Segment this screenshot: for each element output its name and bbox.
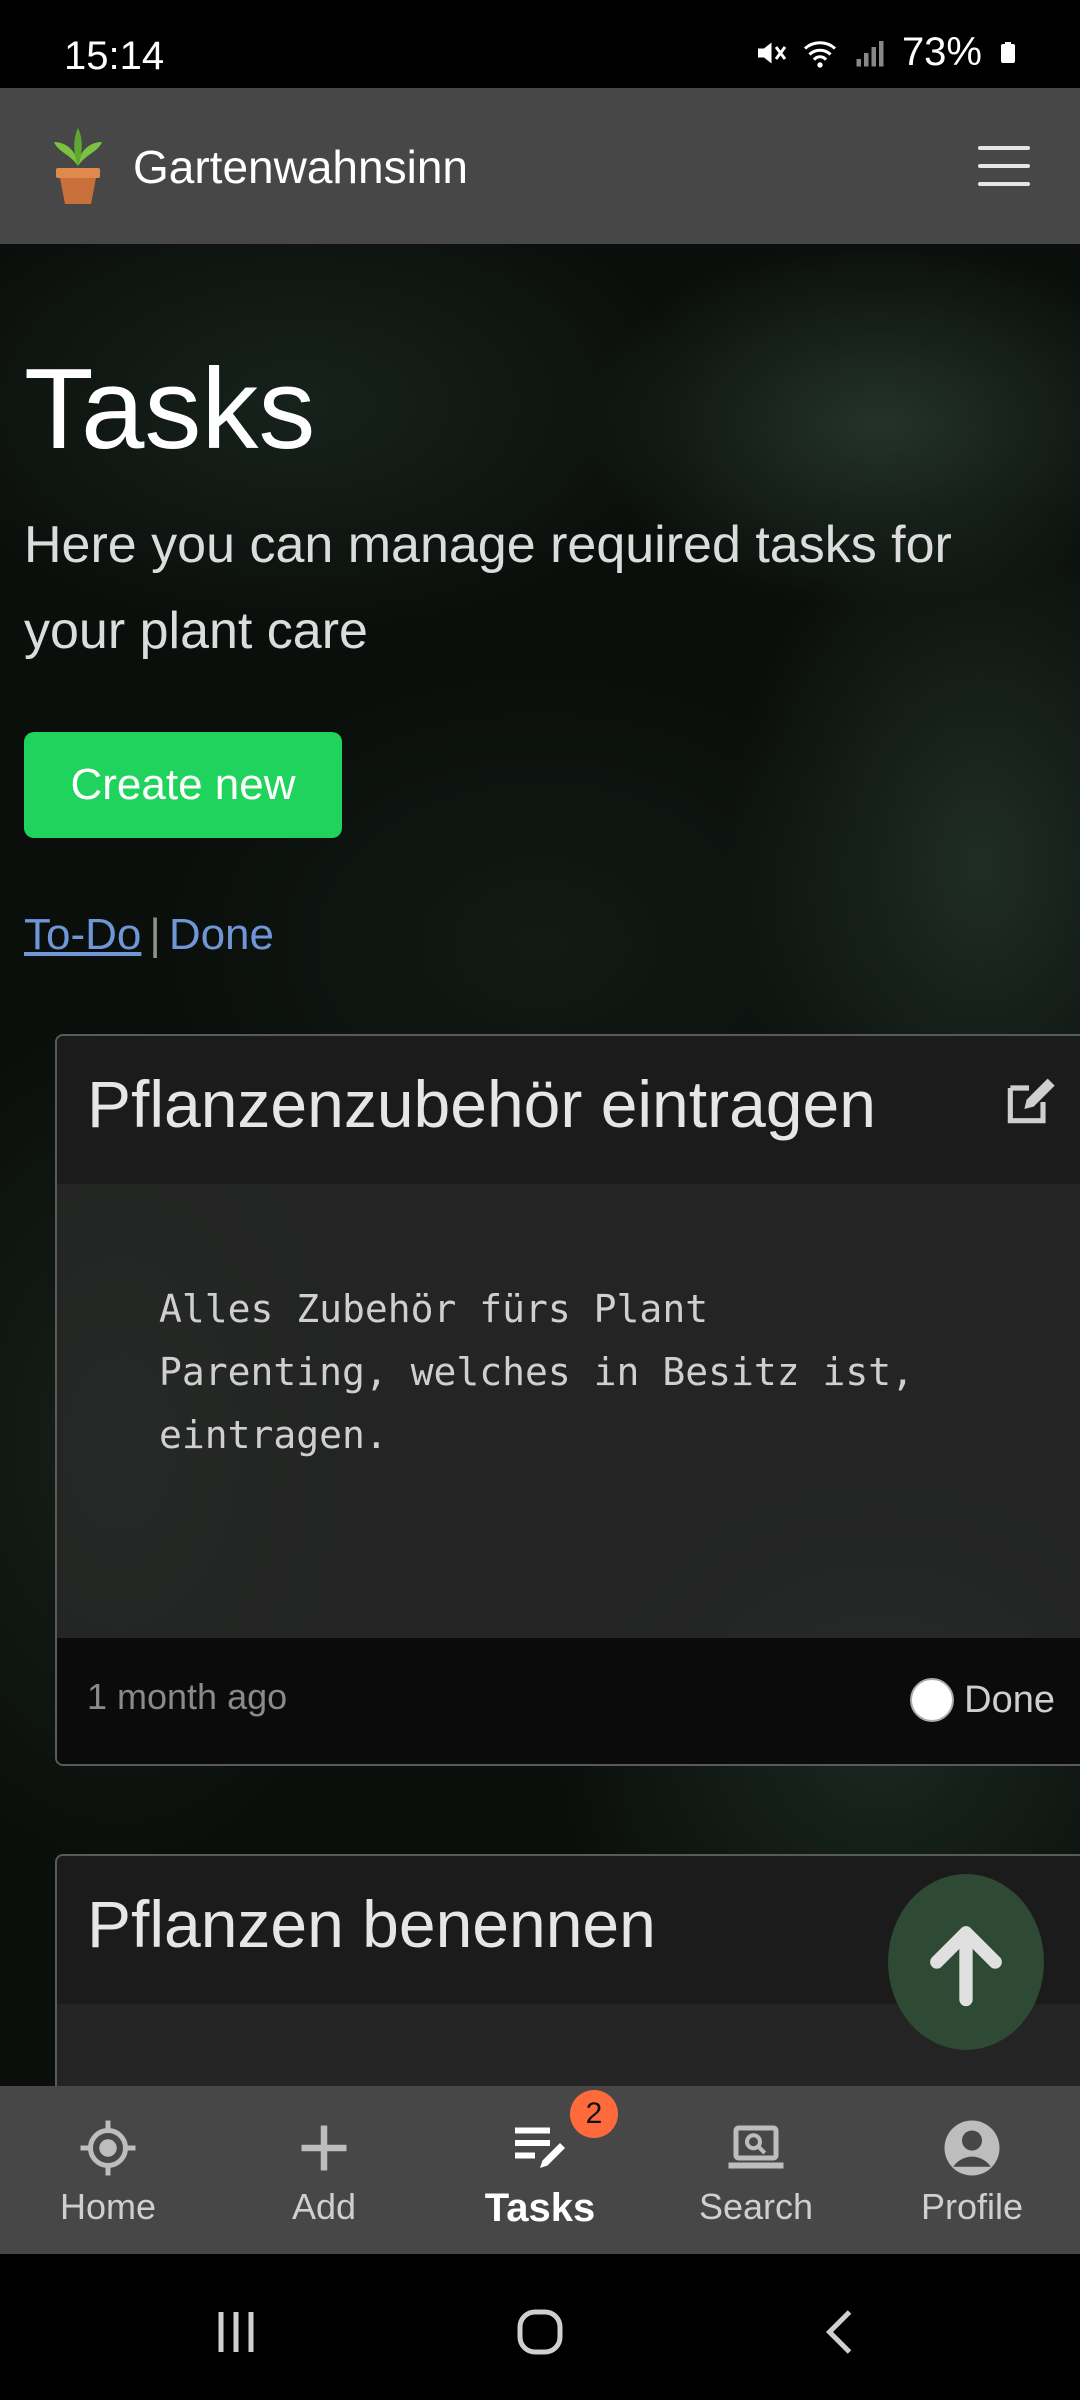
filter-todo-link[interactable]: To-Do [24, 910, 141, 959]
task-card-body: Alles Zubehör fürs Plant Parenting, welc… [57, 1184, 1080, 1638]
status-time: 15:14 [64, 34, 165, 78]
task-filter: To-Do | Done [24, 910, 274, 960]
crosshair-icon [80, 2120, 136, 2176]
home-icon[interactable] [510, 2302, 570, 2362]
hamburger-menu-button[interactable] [978, 146, 1030, 186]
user-circle-icon [944, 2120, 1000, 2176]
task-title: Pflanzen benennen [87, 1887, 656, 1961]
arrow-up-icon [930, 1926, 1002, 2007]
mute-icon [757, 42, 787, 63]
task-timestamp: 1 month ago [87, 1676, 288, 1717]
nav-label: Add [291, 2186, 357, 2227]
wifi-icon [803, 40, 836, 68]
filter-separator: | [149, 910, 161, 959]
nav-item-add[interactable]: Add [216, 2086, 432, 2254]
bottom-navigation: Home Add Tasks 2 Search Profile [0, 2086, 1080, 2254]
system-navigation-bar [0, 2254, 1080, 2400]
menu-line [978, 164, 1030, 168]
nav-item-profile[interactable]: Profile [864, 2086, 1080, 2254]
edit-icon[interactable] [1001, 1074, 1057, 1130]
task-description: Alles Zubehör fürs Plant Parenting, welc… [159, 1287, 914, 1457]
status-icons: 73% [752, 30, 1020, 75]
task-title: Pflanzenzubehör eintragen [87, 1067, 876, 1141]
signal-icon [856, 40, 884, 66]
task-card-footer: 1 month ago Done [57, 1638, 1080, 1764]
back-icon[interactable] [812, 2302, 872, 2362]
done-toggle[interactable]: Done [910, 1678, 1055, 1722]
page-description: Here you can manage required tasks for y… [24, 516, 952, 660]
tasks-pen-icon [515, 2127, 565, 2168]
nav-label: Home [59, 2186, 157, 2227]
task-card-header: Pflanzenzubehör eintragen [57, 1036, 1080, 1184]
task-card: Pflanzenzubehör eintragen Alles Zubehör … [55, 1034, 1080, 1766]
app-title[interactable]: Gartenwahnsinn [133, 140, 468, 194]
nav-item-search[interactable]: Search [648, 2086, 864, 2254]
menu-line [978, 182, 1030, 186]
main-content[interactable]: Tasks Here you can manage required tasks… [0, 244, 1080, 2086]
battery-icon [1001, 41, 1015, 63]
tasks-count-badge: 2 [570, 2090, 618, 2138]
nav-item-tasks[interactable]: Tasks 2 [432, 2086, 648, 2254]
done-label[interactable]: Done [964, 1679, 1055, 1722]
create-new-button[interactable]: Create new [24, 732, 342, 838]
battery-percent: 73% [901, 30, 982, 74]
page-title: Tasks [24, 346, 316, 473]
recent-apps-icon[interactable] [206, 2302, 266, 2362]
plant-logo-icon[interactable] [50, 126, 106, 206]
status-bar: 15:14 73% [0, 0, 1080, 88]
menu-line [978, 146, 1030, 150]
app-bar: Gartenwahnsinn [0, 88, 1080, 244]
plus-icon [301, 2125, 347, 2171]
nav-label: Search [698, 2186, 814, 2227]
nav-label: Profile [920, 2186, 1024, 2227]
filter-done-link[interactable]: Done [169, 910, 274, 959]
laptop-search-icon [728, 2125, 784, 2169]
nav-item-home[interactable]: Home [0, 2086, 216, 2254]
nav-label: Tasks [484, 2186, 596, 2230]
done-radio[interactable] [910, 1678, 955, 1722]
scroll-to-top-button[interactable] [888, 1874, 1044, 2050]
